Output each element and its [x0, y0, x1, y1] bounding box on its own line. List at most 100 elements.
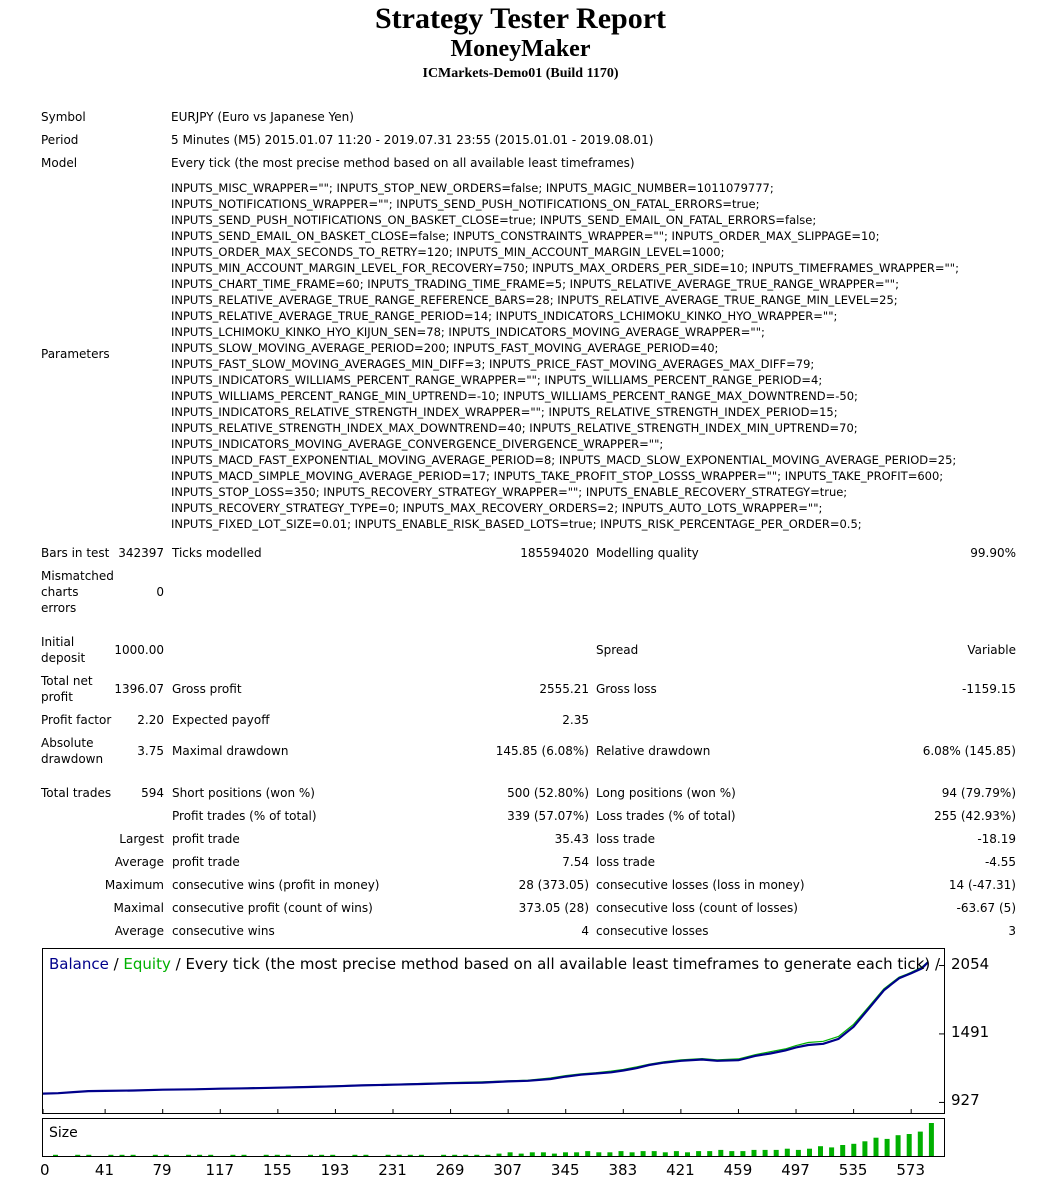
size-bar: [762, 1149, 768, 1156]
size-bar: [75, 1154, 81, 1156]
size-bar: [130, 1154, 136, 1156]
grossloss-value: -1159.15: [962, 682, 1016, 696]
x-tick-label: 155: [263, 1161, 292, 1179]
size-bar: [330, 1154, 336, 1156]
absdd-value: 3.75: [137, 744, 164, 758]
size-bar: [585, 1151, 591, 1156]
size-bar: [928, 1123, 934, 1156]
size-panel: Size: [42, 1118, 945, 1157]
ticks-label: Ticks modelled: [172, 546, 262, 560]
average2-label: Average: [114, 924, 164, 938]
parameter-line: INPUTS_INDICATORS_MOVING_AVERAGE_CONVERG…: [171, 437, 664, 451]
long-value: 94 (79.79%): [941, 786, 1016, 800]
parameter-line: INPUTS_RELATIVE_STRENGTH_INDEX_MAX_DOWNT…: [171, 421, 858, 435]
size-bar: [540, 1152, 546, 1156]
apt-value: 7.54: [562, 855, 589, 869]
parameter-line: INPUTS_MIN_ACCOUNT_MARGIN_LEVEL_FOR_RECO…: [171, 261, 959, 275]
size-bar: [396, 1154, 402, 1156]
y-tick-label: 927: [951, 1091, 980, 1110]
ep-label: Expected payoff: [172, 713, 270, 727]
acl-label: consecutive losses: [596, 924, 709, 938]
balance-chart-svg: [43, 961, 944, 1113]
pf-value: 2.20: [137, 713, 164, 727]
mcl-value: 14 (-47.31): [948, 878, 1016, 892]
size-bar: [829, 1147, 835, 1156]
maxdd-label: Maximal drawdown: [172, 744, 289, 758]
absdd-label-2: drawdown: [41, 752, 104, 766]
parameter-line: INPUTS_ORDER_MAX_SECONDS_TO_RETRY=120; I…: [171, 245, 725, 259]
average-label: Average: [114, 855, 164, 869]
maxdd-value: 145.85 (6.08%): [495, 744, 589, 758]
size-bar: [873, 1137, 879, 1156]
grossloss-label: Gross loss: [596, 682, 657, 696]
x-tick-label: 535: [838, 1161, 868, 1179]
size-bar: [784, 1148, 790, 1156]
parameter-line: INPUTS_RELATIVE_AVERAGE_TRUE_RANGE_REFER…: [171, 293, 898, 307]
size-bar: [596, 1152, 602, 1156]
size-bar: [629, 1152, 635, 1156]
spread-value: Variable: [967, 643, 1016, 657]
y-tick-label: 1491: [951, 1022, 990, 1041]
acl-value: 3: [1008, 924, 1016, 938]
size-bar: [884, 1138, 890, 1156]
balance-chart: Balance / Equity / Every tick (the most …: [42, 948, 945, 1114]
expert-name: MoneyMaker: [450, 36, 591, 62]
mclc-value: -63.67 (5): [956, 901, 1017, 915]
mcw-value: 28 (373.05): [518, 878, 589, 892]
initdep-label-2: deposit: [41, 651, 86, 665]
size-bar: [807, 1148, 812, 1156]
netprofit-label-1: Total net: [41, 674, 93, 688]
size-bar: [119, 1154, 125, 1156]
parameter-line: INPUTS_MACD_SIMPLE_MOVING_AVERAGE_PERIOD…: [171, 469, 944, 483]
mcp-label: consecutive profit (count of wins): [172, 901, 373, 915]
symbol-value: EURJPY (Euro vs Japanese Yen): [171, 110, 354, 124]
grossprofit-value: 2555.21: [539, 682, 589, 696]
size-bar: [862, 1141, 868, 1156]
mclc-label: consecutive loss (count of losses): [596, 901, 798, 915]
parameters-label: Parameters: [41, 347, 110, 361]
x-tick-label: 193: [320, 1161, 350, 1179]
size-bar: [751, 1149, 757, 1156]
parameter-line: INPUTS_NOTIFICATIONS_WRAPPER=""; INPUTS_…: [171, 197, 760, 211]
size-bar: [840, 1145, 846, 1156]
parameter-line: INPUTS_SEND_EMAIL_ON_BASKET_CLOSE=false;…: [171, 229, 880, 243]
size-bar: [773, 1149, 779, 1156]
absdd-label-1: Absolute: [41, 736, 94, 750]
size-bar: [851, 1143, 857, 1156]
x-tick-label: 497: [781, 1161, 810, 1179]
size-bar: [485, 1154, 491, 1156]
equity-line: [43, 961, 929, 1095]
alt-label: loss trade: [596, 855, 655, 869]
size-bar: [363, 1154, 369, 1156]
period-value: 5 Minutes (M5) 2015.01.07 11:20 - 2019.0…: [171, 133, 654, 147]
ticks-value: 185594020: [520, 546, 589, 560]
x-tick-label: 459: [723, 1161, 753, 1179]
parameter-line: INPUTS_STOP_LOSS=350; INPUTS_RECOVERY_ST…: [171, 485, 848, 499]
grossprofit-label: Gross profit: [172, 682, 242, 696]
size-bar: [452, 1154, 458, 1156]
mcl-label: consecutive losses (loss in money): [596, 878, 805, 892]
spread-label: Spread: [596, 643, 639, 657]
mcw-label: consecutive wins (profit in money): [172, 878, 380, 892]
mismatch-label-3: errors: [41, 601, 77, 615]
mcp-value: 373.05 (28): [518, 901, 589, 915]
legend-balance: Balance: [49, 955, 109, 973]
model-label: Model: [41, 156, 78, 170]
short-label: Short positions (won %): [172, 786, 315, 800]
size-bar: [385, 1154, 391, 1156]
size-bar: [241, 1154, 247, 1156]
size-bar: [551, 1153, 557, 1156]
parameter-line: INPUTS_RECOVERY_STRATEGY_TYPE=0; INPUTS_…: [171, 501, 823, 515]
size-bar: [529, 1152, 535, 1156]
parameter-line: INPUTS_MISC_WRAPPER=""; INPUTS_STOP_NEW_…: [171, 181, 774, 195]
initdep-value: 1000.00: [114, 643, 164, 657]
ep-value: 2.35: [562, 713, 589, 727]
parameter-line: INPUTS_MACD_FAST_EXPONENTIAL_MOVING_AVER…: [171, 453, 957, 467]
llt-value: -18.19: [977, 832, 1016, 846]
size-bar: [718, 1149, 724, 1156]
mismatch-label-2: charts: [41, 585, 79, 599]
maximum-label: Maximum: [104, 878, 164, 892]
report-title: Strategy Tester Report: [374, 2, 667, 35]
size-bar: [507, 1152, 513, 1156]
size-bar: [673, 1151, 679, 1156]
